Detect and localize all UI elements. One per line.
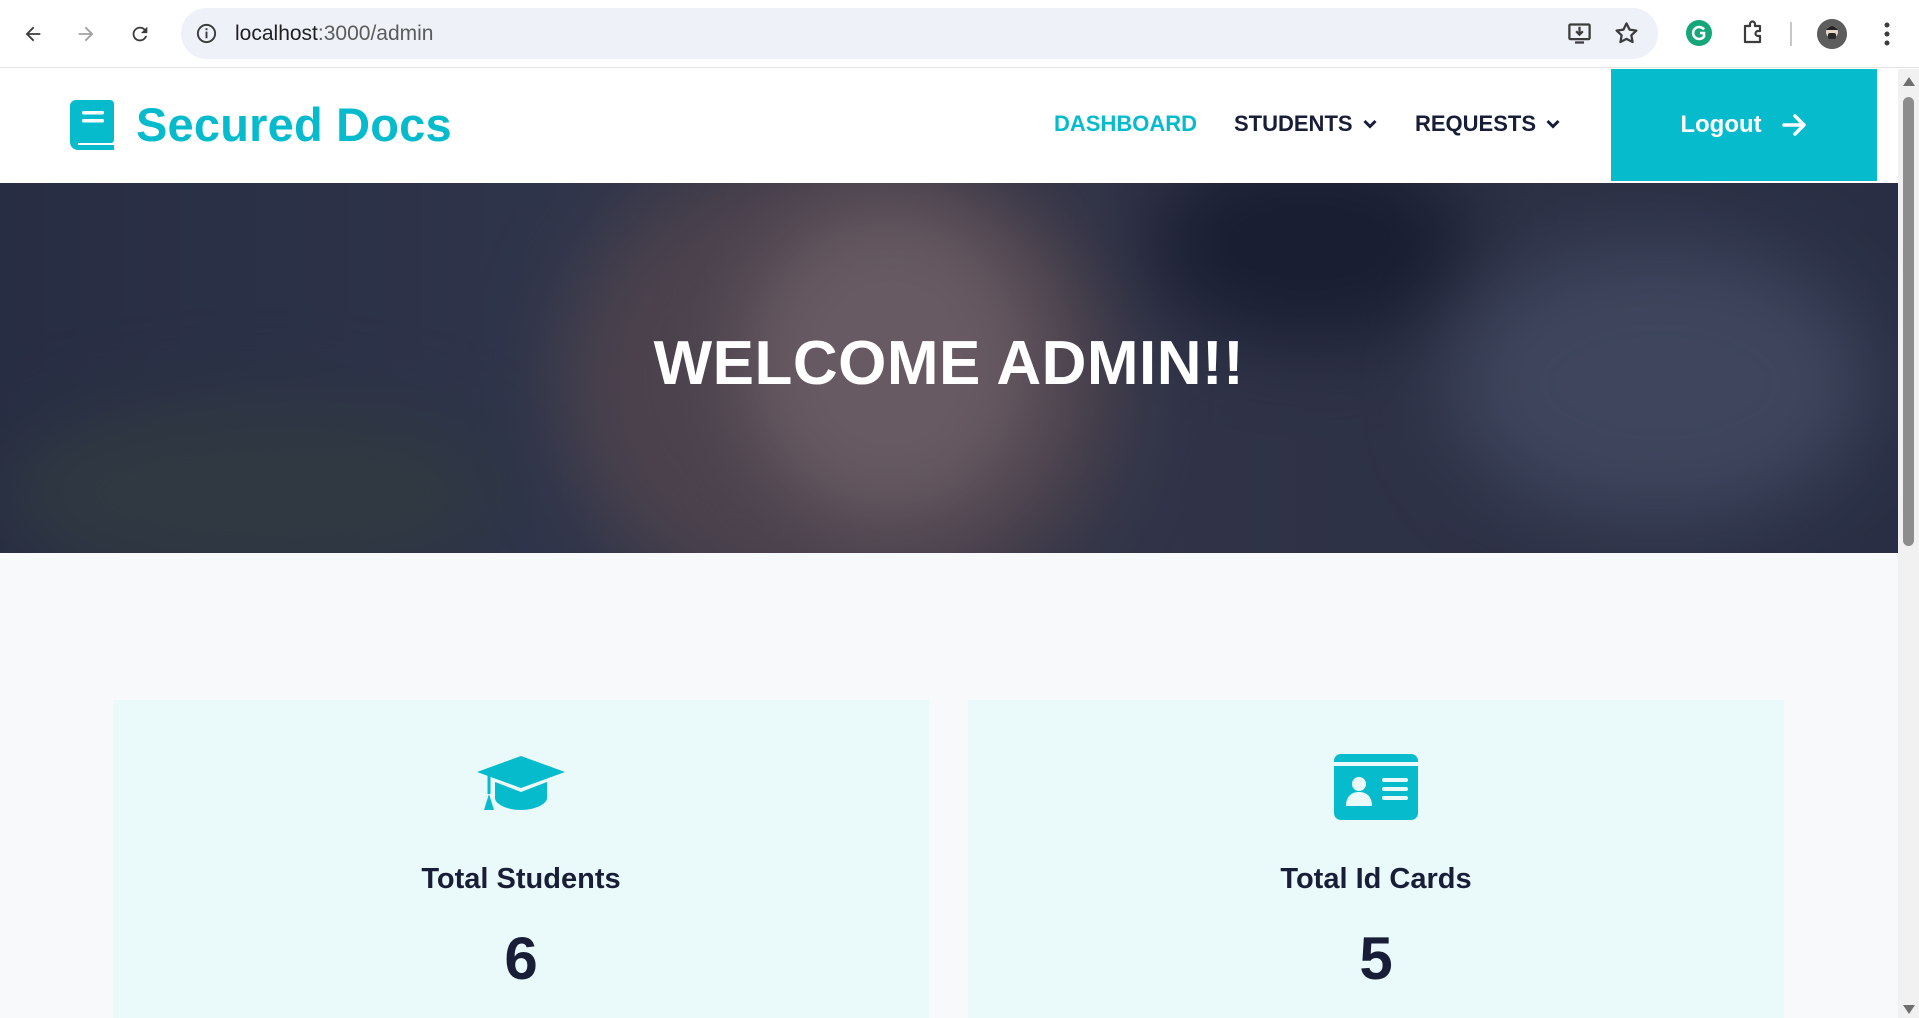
bookmark-star-icon[interactable]: [1613, 20, 1640, 47]
info-icon[interactable]: [195, 22, 218, 45]
chevron-down-icon: [1546, 119, 1560, 129]
nav-students[interactable]: STUDENTS: [1234, 111, 1377, 137]
stat-value: 5: [1359, 925, 1393, 992]
page-viewport: Secured Docs DASHBOARD STUDENTS REQUESTS…: [0, 69, 1898, 1018]
brand-name: Secured Docs: [136, 98, 452, 151]
arrow-left-icon: [25, 26, 41, 42]
brand[interactable]: Secured Docs: [70, 97, 452, 152]
hero-title: WELCOME ADMIN!!: [653, 329, 1245, 398]
forward-button[interactable]: [68, 16, 104, 52]
stat-icon-wrapper: [113, 754, 929, 814]
profile-avatar[interactable]: [1817, 19, 1847, 49]
url-text[interactable]: localhost:3000/admin: [235, 22, 433, 46]
scroll-down-arrow-icon[interactable]: [1903, 1005, 1915, 1014]
toolbar-divider: [1790, 22, 1792, 46]
nav-dashboard[interactable]: DASHBOARD: [1054, 111, 1197, 137]
logout-button[interactable]: Logout: [1611, 69, 1877, 181]
extensions-puzzle-icon[interactable]: [1738, 18, 1768, 48]
browser-toolbar: localhost:3000/admin: [0, 0, 1919, 68]
graduation-cap-icon: [477, 756, 565, 810]
url-host: localhost: [235, 22, 318, 45]
page-scrollbar[interactable]: [1898, 69, 1919, 1018]
arrow-right-icon: [78, 26, 94, 42]
address-bar[interactable]: localhost:3000/admin: [181, 8, 1658, 59]
scroll-up-arrow-icon[interactable]: [1903, 77, 1915, 86]
logout-label: Logout: [1680, 111, 1762, 138]
hero-banner: WELCOME ADMIN!!: [0, 183, 1898, 553]
install-app-icon[interactable]: [1566, 20, 1593, 47]
site-header: Secured Docs DASHBOARD STUDENTS REQUESTS…: [0, 69, 1898, 183]
url-path: :3000/admin: [317, 22, 434, 45]
stat-icon-wrapper: [968, 754, 1784, 820]
scrollbar-thumb[interactable]: [1903, 97, 1914, 546]
back-button[interactable]: [15, 16, 51, 52]
arrow-right-icon: [1781, 114, 1806, 136]
avatar-icon: [1817, 19, 1847, 49]
grammarly-extension-icon[interactable]: [1684, 18, 1714, 48]
stat-label: Total Id Cards: [1280, 863, 1472, 895]
nav-dashboard-label: DASHBOARD: [1054, 111, 1197, 136]
stat-card-id-cards: Total Id Cards 5: [968, 700, 1784, 1018]
nav-requests-label: REQUESTS: [1415, 111, 1537, 136]
nav-requests[interactable]: REQUESTS: [1415, 111, 1560, 137]
stat-label: Total Students: [421, 863, 621, 895]
chevron-down-icon: [1363, 119, 1377, 129]
stat-value: 6: [504, 925, 538, 992]
menu-kebab-icon[interactable]: [1876, 20, 1898, 48]
reload-icon: [132, 26, 148, 42]
book-icon: [70, 99, 114, 150]
id-card-icon: [1334, 754, 1418, 820]
nav-students-label: STUDENTS: [1234, 111, 1353, 136]
stat-card-students: Total Students 6: [113, 700, 929, 1018]
reload-button[interactable]: [122, 16, 158, 52]
